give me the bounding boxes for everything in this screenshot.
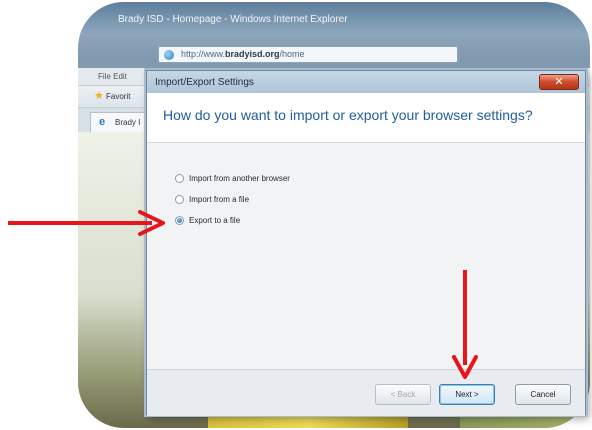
- address-bar[interactable]: http://www.bradyisd.org/home: [158, 46, 458, 63]
- menu-partial-text[interactable]: File Edit: [98, 72, 127, 81]
- radio-button-icon: [175, 195, 184, 204]
- radio-button-selected-icon: [175, 216, 184, 225]
- close-icon: ✕: [554, 76, 564, 88]
- radio-label: Export to a file: [189, 216, 241, 225]
- favorites-star-icon[interactable]: ★: [94, 91, 105, 102]
- dialog-title: Import/Export Settings: [155, 77, 254, 88]
- dialog-body: Import from another browser Import from …: [147, 143, 585, 369]
- address-prefix: http://www.: [181, 49, 226, 59]
- ie-logo-icon: e: [99, 116, 106, 128]
- close-button[interactable]: ✕: [539, 74, 579, 90]
- radio-button-icon: [175, 174, 184, 183]
- favorites-label[interactable]: Favorit: [106, 92, 130, 101]
- dialog-header: How do you want to import or export your…: [147, 93, 585, 143]
- address-suffix: /home: [279, 49, 305, 59]
- ie-window-title: Brady ISD - Homepage - Windows Internet …: [118, 14, 348, 25]
- dialog-question: How do you want to import or export your…: [163, 107, 533, 123]
- cancel-button[interactable]: Cancel: [515, 384, 571, 405]
- radio-label: Import from a file: [189, 195, 250, 204]
- globe-icon: [164, 50, 174, 60]
- import-export-dialog: Import/Export Settings ✕ How do you want…: [146, 70, 586, 416]
- back-button[interactable]: < Back: [375, 384, 431, 405]
- radio-label: Import from another browser: [189, 174, 290, 183]
- address-host: bradyisd.org: [225, 49, 280, 59]
- dialog-footer: < Back Next > Cancel: [147, 369, 585, 416]
- tab-label: Brady I: [115, 118, 141, 127]
- dialog-title-bar: Import/Export Settings ✕: [147, 71, 585, 93]
- ie-title-bar: Brady ISD - Homepage - Windows Internet …: [78, 2, 590, 36]
- next-button[interactable]: Next >: [439, 384, 495, 405]
